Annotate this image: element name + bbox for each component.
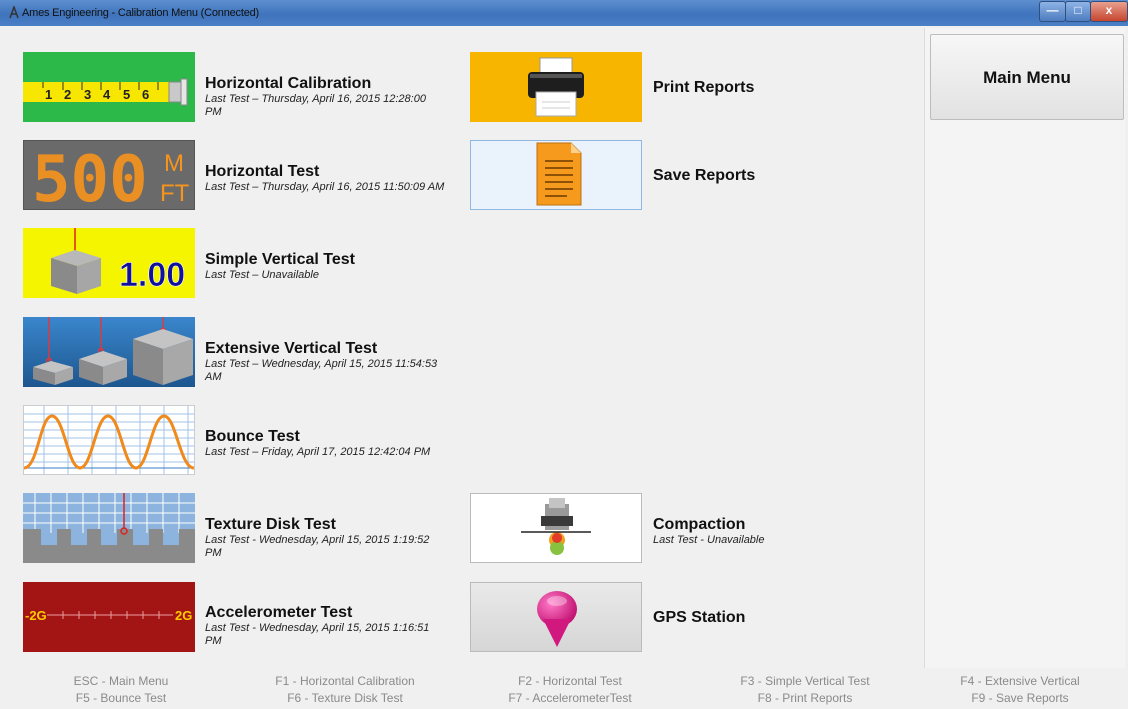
maximize-button[interactable]: □ bbox=[1065, 1, 1091, 22]
horizontal-test-button[interactable]: 500 M FT bbox=[23, 140, 195, 210]
shortcut-f1: F1 - Horizontal Calibration bbox=[275, 674, 415, 688]
distance-display-icon: 500 M FT bbox=[24, 141, 194, 209]
shortcut-esc: ESC - Main Menu bbox=[73, 674, 169, 688]
last-test-text: Last Test – Friday, April 17, 2015 12:42… bbox=[205, 446, 431, 458]
compaction-button[interactable] bbox=[470, 493, 642, 563]
ruler-number: 3 bbox=[84, 87, 91, 102]
close-button[interactable]: x bbox=[1090, 1, 1128, 22]
horizontal-calibration-label: Horizontal Calibration Last Test – Thurs… bbox=[205, 74, 455, 119]
horizontal-calibration-button[interactable]: 1 2 3 4 5 6 bbox=[23, 52, 195, 122]
test-name: Extensive Vertical Test bbox=[205, 340, 378, 357]
document-icon bbox=[471, 141, 641, 209]
shortcut-f2: F2 - Horizontal Test bbox=[518, 674, 622, 688]
shortcut-footer: ESC - Main Menu F5 - Bounce Test F1 - Ho… bbox=[0, 671, 1128, 709]
test-name: Horizontal Test bbox=[205, 163, 320, 180]
print-reports-button[interactable] bbox=[470, 52, 642, 122]
block-height-icon: 1.00 bbox=[23, 228, 195, 298]
extensive-vertical-test-label: Extensive Vertical Test Last Test – Wedn… bbox=[205, 339, 455, 384]
shortcut-f5: F5 - Bounce Test bbox=[75, 691, 167, 705]
report-name: Save Reports bbox=[653, 167, 756, 184]
display-value: 1.00 bbox=[119, 256, 185, 294]
accelerometer-scale-icon: -2G 2G bbox=[23, 582, 195, 652]
compaction-icon bbox=[471, 494, 641, 562]
texture-disk-test-button[interactable] bbox=[23, 493, 195, 563]
last-test-text: Last Test – Thursday, April 16, 2015 11:… bbox=[205, 181, 445, 193]
test-name: Compaction bbox=[653, 516, 746, 533]
last-test-text: Last Test – Unavailable bbox=[205, 269, 319, 281]
texture-disk-icon bbox=[23, 493, 195, 563]
app-logo-icon bbox=[9, 6, 19, 19]
shortcut-column: ESC - Main Menu F5 - Bounce Test bbox=[36, 673, 206, 707]
main-menu-button[interactable]: Main Menu bbox=[930, 34, 1124, 120]
ruler-number: 2 bbox=[64, 87, 71, 102]
gps-station-label: GPS Station bbox=[653, 608, 903, 627]
last-test-text: Last Test – Thursday, April 16, 2015 12:… bbox=[205, 93, 426, 118]
last-test-text: Last Test - Wednesday, April 15, 2015 1:… bbox=[205, 622, 430, 647]
bounce-test-label: Bounce Test Last Test – Friday, April 17… bbox=[205, 427, 455, 459]
accelerometer-test-button[interactable]: -2G 2G bbox=[23, 582, 195, 652]
horizontal-test-label: Horizontal Test Last Test – Thursday, Ap… bbox=[205, 162, 455, 194]
simple-vertical-test-button[interactable]: 1.00 bbox=[23, 228, 195, 298]
report-name: Print Reports bbox=[653, 79, 755, 96]
tape-measure-icon: 1 2 3 4 5 6 bbox=[23, 52, 195, 122]
shortcut-column: F3 - Simple Vertical Test F8 - Print Rep… bbox=[705, 673, 905, 707]
test-name: Texture Disk Test bbox=[205, 516, 337, 533]
scale-min-label: -2G bbox=[25, 608, 47, 623]
ruler-number: 4 bbox=[103, 87, 111, 102]
test-name: GPS Station bbox=[653, 609, 746, 626]
printer-icon bbox=[470, 52, 642, 122]
shortcut-column: F4 - Extensive Vertical F9 - Save Report… bbox=[935, 673, 1105, 707]
gps-station-button[interactable] bbox=[470, 582, 642, 652]
test-name: Horizontal Calibration bbox=[205, 75, 372, 92]
window-title: Ames Engineering - Calibration Menu (Con… bbox=[22, 7, 260, 19]
test-name: Simple Vertical Test bbox=[205, 251, 355, 268]
shortcut-f8: F8 - Print Reports bbox=[757, 691, 853, 705]
display-unit: FT bbox=[160, 180, 190, 207]
minimize-button[interactable]: — bbox=[1039, 1, 1066, 22]
sidebar bbox=[924, 28, 1125, 668]
shortcut-f3: F3 - Simple Vertical Test bbox=[740, 674, 870, 688]
scale-max-label: 2G bbox=[175, 608, 192, 623]
shortcut-column: F1 - Horizontal Calibration F6 - Texture… bbox=[245, 673, 445, 707]
save-reports-label: Save Reports bbox=[653, 166, 903, 185]
simple-vertical-test-label: Simple Vertical Test Last Test – Unavail… bbox=[205, 250, 455, 282]
ruler-number: 6 bbox=[142, 87, 149, 102]
bounce-test-button[interactable] bbox=[23, 405, 195, 475]
window-titlebar: Ames Engineering - Calibration Menu (Con… bbox=[0, 0, 1128, 26]
test-name: Bounce Test bbox=[205, 428, 300, 445]
shortcut-column: F2 - Horizontal Test F7 - AccelerometerT… bbox=[480, 673, 660, 707]
shortcut-f9: F9 - Save Reports bbox=[971, 691, 1069, 705]
ruler-number: 1 bbox=[45, 87, 52, 102]
shortcut-f4: F4 - Extensive Vertical bbox=[960, 674, 1080, 688]
shortcut-f7: F7 - AccelerometerTest bbox=[508, 691, 632, 705]
print-reports-label: Print Reports bbox=[653, 78, 903, 97]
compaction-label: Compaction Last Test - Unavailable bbox=[653, 515, 903, 547]
display-unit: M bbox=[164, 150, 184, 177]
accelerometer-test-label: Accelerometer Test Last Test - Wednesday… bbox=[205, 603, 455, 648]
ruler-number: 5 bbox=[123, 87, 130, 102]
shortcut-f6: F6 - Texture Disk Test bbox=[287, 691, 403, 705]
last-test-text: Last Test - Wednesday, April 15, 2015 1:… bbox=[205, 534, 430, 559]
display-value: 500 bbox=[32, 143, 148, 209]
waveform-icon bbox=[24, 406, 194, 474]
test-name: Accelerometer Test bbox=[205, 604, 353, 621]
save-reports-button[interactable] bbox=[470, 140, 642, 210]
last-test-text: Last Test - Unavailable bbox=[653, 534, 765, 546]
last-test-text: Last Test – Wednesday, April 15, 2015 11… bbox=[205, 358, 438, 383]
gps-pin-icon bbox=[537, 591, 577, 647]
three-blocks-icon bbox=[23, 317, 195, 387]
texture-disk-test-label: Texture Disk Test Last Test - Wednesday,… bbox=[205, 515, 455, 560]
extensive-vertical-test-button[interactable] bbox=[23, 317, 195, 387]
